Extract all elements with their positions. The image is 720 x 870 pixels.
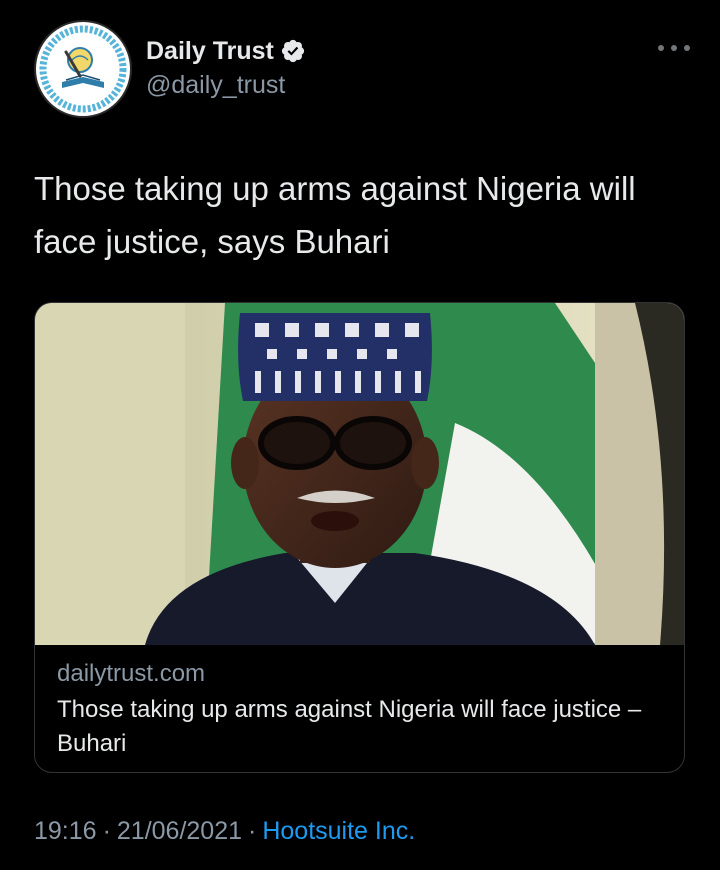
tweet-header: Daily Trust @daily_trust	[34, 20, 690, 120]
card-meta: dailytrust.com Those taking up arms agai…	[57, 659, 662, 761]
handle[interactable]: @daily_trust	[146, 68, 306, 102]
card-domain: dailytrust.com	[57, 660, 206, 687]
tweet-text: Those taking up arms against Nigeria wil…	[34, 170, 636, 260]
tweet-time[interactable]: 19:16	[34, 817, 97, 845]
tweet[interactable]: Daily Trust @daily_trust Those taking up…	[0, 0, 720, 870]
author-info: Daily Trust @daily_trust	[146, 36, 306, 102]
card-image[interactable]	[35, 303, 684, 645]
daily-trust-logo-icon	[39, 25, 127, 113]
link-card[interactable]: dailytrust.com Those taking up arms agai…	[34, 302, 685, 773]
display-name[interactable]: Daily Trust	[146, 36, 274, 66]
verified-badge-icon	[280, 38, 306, 64]
tweet-date[interactable]: 21/06/2021	[117, 817, 242, 845]
separator: ·	[248, 817, 257, 845]
tweet-metadata: 19:16 · 21/06/2021 · Hootsuite Inc.	[34, 815, 415, 847]
separator: ·	[102, 817, 111, 845]
article-photo	[35, 303, 684, 645]
more-options-icon[interactable]	[658, 40, 690, 56]
avatar[interactable]	[34, 20, 132, 118]
card-title: Those taking up arms against Nigeria wil…	[57, 696, 642, 757]
source-link[interactable]: Hootsuite Inc.	[262, 817, 415, 845]
